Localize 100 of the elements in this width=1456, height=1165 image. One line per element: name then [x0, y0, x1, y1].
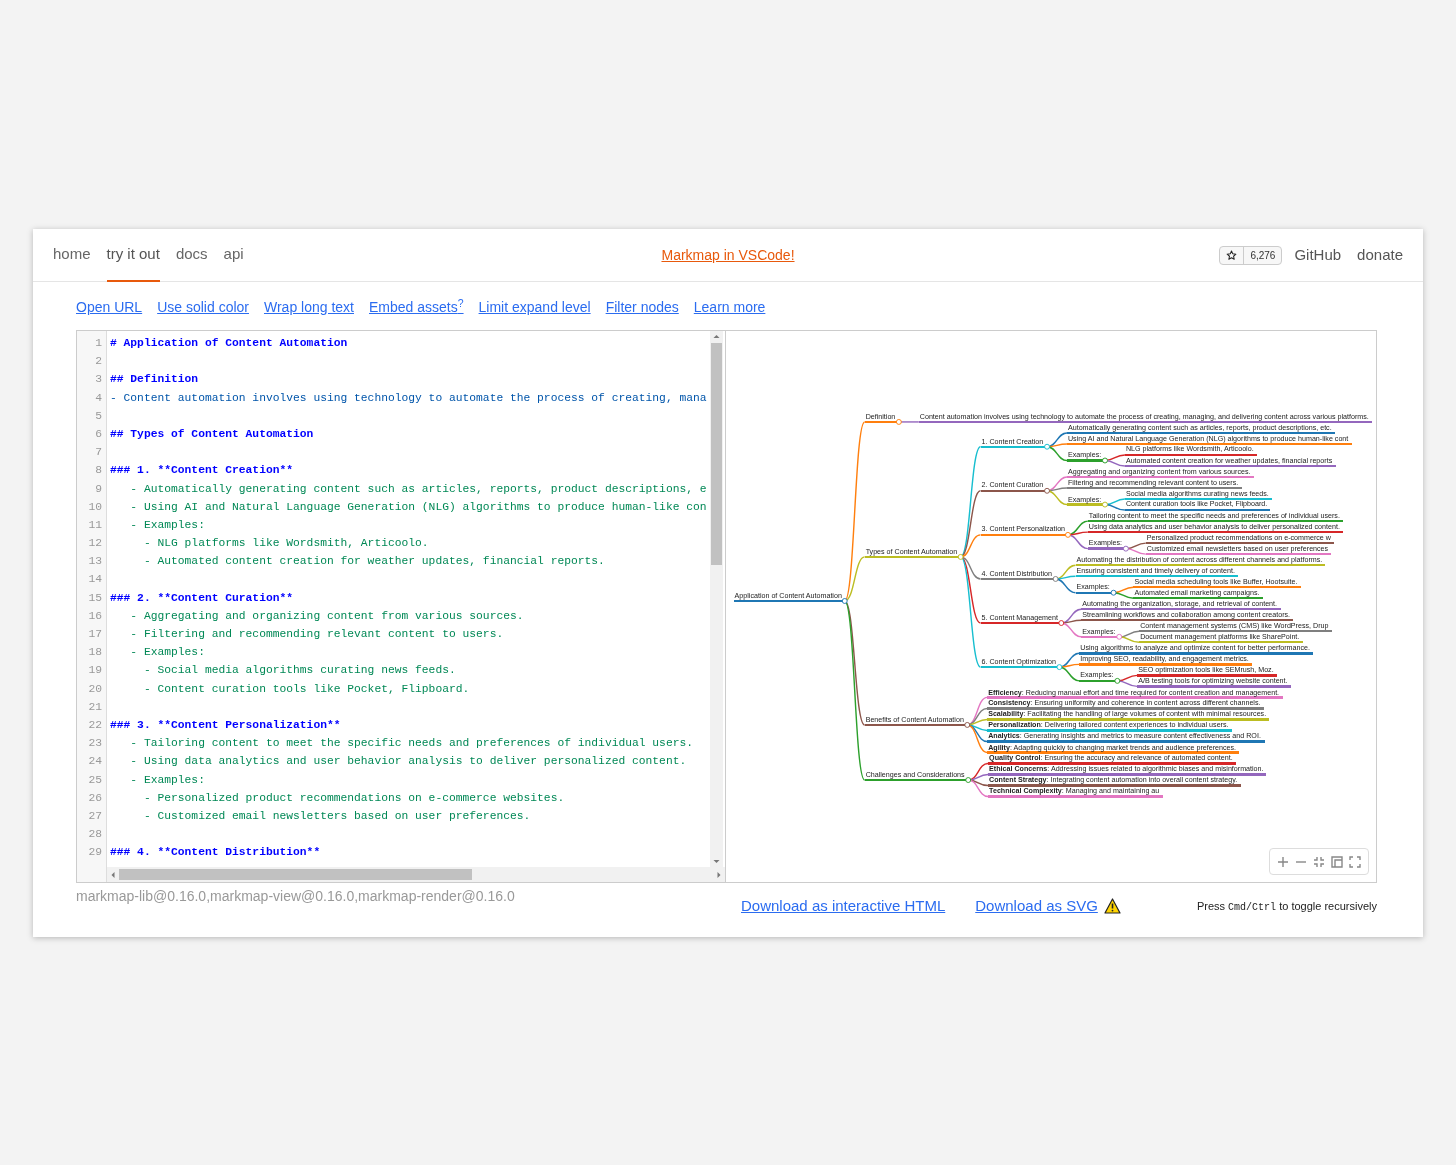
node-toggle[interactable]: [1058, 619, 1065, 626]
node-toggle[interactable]: [1116, 633, 1123, 640]
scrollbar-thumb[interactable]: [711, 343, 722, 565]
download-link[interactable]: Download as SVG: [975, 895, 1098, 918]
code-line: - Personalized product recommendations on e-commerce websites.: [142, 791, 565, 804]
node-toggle[interactable]: [1044, 443, 1051, 450]
code-line: - Content curation tools like Pocket, Flipboard.: [142, 682, 470, 695]
node-toggle[interactable]: [1065, 531, 1072, 538]
code-line: ### 4. **Content Distribution**: [110, 846, 321, 859]
zoom-in-icon[interactable]: [1277, 855, 1289, 868]
line-number: 26: [88, 791, 102, 804]
node-toggle[interactable]: [896, 418, 903, 425]
code-line: ## Types of Content Automation: [110, 427, 314, 440]
line-number: 21: [88, 700, 102, 713]
nav-tab[interactable]: home: [53, 229, 91, 282]
nav-tab[interactable]: try it out: [106, 229, 160, 282]
option-link[interactable]: Wrap long text: [264, 297, 354, 315]
node-toggle[interactable]: [965, 776, 972, 783]
code-line: - NLG platforms like Wordsmith, Articoolo.: [142, 537, 429, 550]
line-number: 24: [88, 755, 102, 768]
code-line: - Using AI and Natural Language Generation (NLG) algorithms to produce human-like con: [129, 500, 707, 513]
nav-tab[interactable]: api: [223, 229, 244, 282]
download-link[interactable]: Download as interactive HTML: [741, 895, 946, 918]
line-number: 3: [95, 373, 102, 386]
frame-icon[interactable]: [1331, 855, 1343, 868]
line-number: 10: [88, 500, 102, 513]
line-number: 11: [88, 518, 102, 531]
line-number: 7: [95, 446, 102, 459]
code-line: - Using data analytics and user behavior analysis to deliver personalized content.: [129, 755, 687, 768]
scroll-right-icon[interactable]: [716, 870, 722, 879]
line-number: 17: [88, 628, 102, 640]
line-number: 23: [88, 737, 102, 750]
vscode-banner-link[interactable]: Markmap in VSCode!: [661, 244, 795, 266]
line-number: 29: [88, 846, 102, 859]
code-line: - Social media algorithms curating news feeds.: [142, 664, 456, 677]
line-number: 4: [95, 391, 102, 404]
line-number: 28: [88, 828, 102, 841]
option-link[interactable]: Learn more: [693, 297, 766, 315]
node-toggle[interactable]: [1044, 487, 1051, 494]
line-number: 8: [95, 464, 102, 477]
node-toggle[interactable]: [1053, 575, 1059, 582]
line-number: 20: [88, 682, 102, 695]
line-number: 16: [88, 609, 102, 622]
node-toggle[interactable]: [964, 721, 971, 728]
code-line: - Content automation involves using technology to automate the process of creating, mana: [110, 391, 707, 404]
line-number: 15: [88, 591, 102, 604]
warning-icon: [1103, 898, 1121, 915]
line-number: 14: [88, 573, 102, 586]
code-line: ### 1. **Content Creation**: [110, 464, 294, 477]
line-number: 13: [88, 555, 102, 568]
horizontal-scrollbar[interactable]: [107, 867, 725, 882]
line-number: 22: [88, 718, 102, 731]
code-line: ### 3. **Content Personalization**: [110, 718, 341, 731]
line-number: 5: [95, 409, 102, 422]
line-number: 9: [95, 482, 102, 495]
code-line: - Examples:: [129, 518, 205, 531]
fit-icon[interactable]: [1313, 855, 1325, 868]
code-line: ## Definition: [110, 373, 199, 386]
nav-tab[interactable]: docs: [175, 229, 208, 282]
nav-link[interactable]: donate: [1357, 243, 1403, 267]
node-toggle[interactable]: [1123, 545, 1130, 552]
line-number: 6: [95, 427, 102, 440]
line-number: 27: [88, 809, 102, 822]
option-link[interactable]: Embed assets$^{?}$: [369, 297, 464, 315]
line-number: 12: [88, 537, 102, 550]
code-line: - Tailoring content to meet the specific needs and preferences of individual users.: [129, 737, 693, 750]
node-toggle[interactable]: [958, 553, 964, 560]
code-line: - Filtering and recommending relevant content to users.: [129, 628, 504, 640]
code-line: - Customized email newsletters based on user preferences.: [142, 809, 531, 822]
scrollbar-thumb[interactable]: [119, 869, 472, 880]
fullscreen-icon[interactable]: [1349, 855, 1361, 868]
star-icon: [1226, 249, 1238, 261]
code-line: - Examples:: [129, 773, 205, 786]
node-toggle[interactable]: [1056, 663, 1063, 670]
star-button[interactable]: 6,276: [1219, 245, 1283, 265]
code-line: ### 2. **Content Curation**: [110, 591, 294, 604]
line-number: 25: [88, 773, 102, 786]
line-number: 19: [88, 664, 102, 677]
scroll-left-icon[interactable]: [110, 870, 116, 879]
line-number: 2: [95, 355, 102, 368]
line-number: 1: [95, 337, 102, 349]
node-toggle[interactable]: [1111, 589, 1117, 596]
node-toggle[interactable]: [1102, 457, 1109, 464]
line-number: 18: [88, 646, 102, 659]
vertical-scrollbar[interactable]: [710, 331, 723, 867]
node-toggle[interactable]: [1114, 677, 1121, 684]
option-link[interactable]: Limit expand level: [478, 297, 591, 315]
code-line: - Automated content creation for weather updates, financial reports.: [142, 555, 605, 568]
code-line: # Application of Content Automation: [110, 337, 348, 349]
option-link[interactable]: Use solid color: [157, 297, 249, 315]
code-line: - Aggregating and organizing content from various sources.: [129, 609, 524, 622]
option-link[interactable]: Open URL: [76, 297, 143, 315]
node-toggle[interactable]: [1102, 501, 1109, 508]
code-line: - Automatically generating content such as articles, reports, product descriptions, e: [129, 482, 707, 495]
code-line: - Examples:: [129, 646, 205, 659]
version-info: markmap-lib@0.16.0,markmap-view@0.16.0,markmap-render@0.16.0: [76, 887, 516, 906]
node-toggle[interactable]: [842, 597, 849, 604]
toggle-hint: Press Cmd/Ctrl to toggle recursively: [1196, 899, 1377, 915]
option-link[interactable]: Filter nodes: [605, 297, 679, 315]
nav-link[interactable]: GitHub: [1294, 243, 1342, 267]
